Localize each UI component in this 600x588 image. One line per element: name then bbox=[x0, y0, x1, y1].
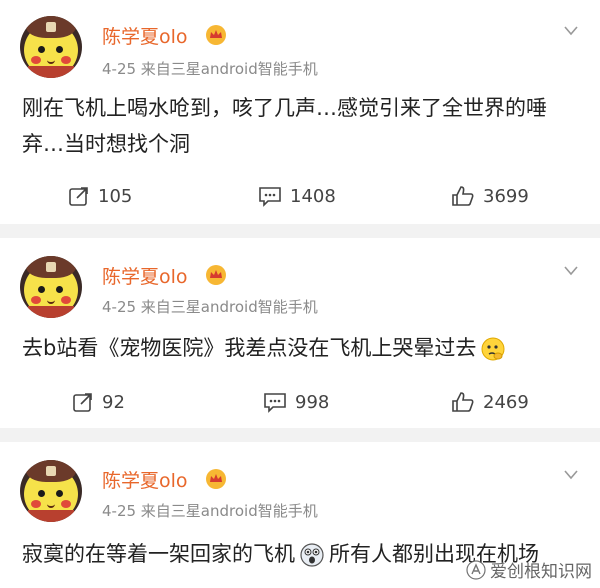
repost-icon bbox=[73, 393, 92, 412]
scared-face-emoji-icon bbox=[299, 542, 325, 568]
action-bar: 105 1408 3699 bbox=[0, 181, 600, 211]
weibo-post-1: 陈学夏olo 4-25 来自三星android智能手机 刚在飞机上喝水呛到，咳了… bbox=[0, 0, 600, 224]
comment-button[interactable]: 1408 bbox=[258, 181, 336, 211]
weibo-post-2: 陈学夏olo 4-25 来自三星android智能手机 去b站看《宠物医院》我差… bbox=[0, 238, 600, 428]
comment-count: 998 bbox=[295, 391, 330, 413]
username[interactable]: 陈学夏olo bbox=[102, 262, 188, 289]
comment-icon bbox=[264, 393, 286, 413]
repost-button[interactable]: 105 bbox=[68, 181, 132, 211]
comment-count: 1408 bbox=[290, 185, 336, 207]
post-meta: 4-25 来自三星android智能手机 bbox=[102, 502, 318, 520]
user-avatar[interactable] bbox=[20, 460, 82, 522]
watermark: 爱创根知识网 bbox=[466, 557, 592, 582]
comment-icon bbox=[259, 187, 281, 207]
repost-count: 105 bbox=[98, 185, 133, 207]
crown-badge-icon bbox=[205, 25, 227, 45]
post-text: 去b站看《宠物医院》我差点没在飞机上哭晕过去 bbox=[22, 330, 580, 366]
repost-count: 92 bbox=[102, 391, 125, 413]
post-meta: 4-25 来自三星android智能手机 bbox=[102, 298, 318, 316]
thumbs-up-icon bbox=[452, 392, 474, 412]
post-separator bbox=[0, 428, 600, 442]
post-text-content: 去b站看《宠物医院》我差点没在飞机上哭晕过去 bbox=[22, 336, 477, 360]
chevron-down-icon[interactable] bbox=[564, 470, 578, 484]
username[interactable]: 陈学夏olo bbox=[102, 22, 188, 49]
chevron-down-icon[interactable] bbox=[564, 26, 578, 40]
watermark-logo-icon bbox=[466, 559, 486, 580]
comment-button[interactable]: 998 bbox=[263, 387, 329, 417]
crown-badge-icon bbox=[205, 469, 227, 489]
post-text: 刚在飞机上喝水呛到，咳了几声…感觉引来了全世界的唾弃…当时想找个洞 bbox=[22, 96, 547, 156]
thinking-face-emoji-icon bbox=[480, 336, 506, 362]
post-meta: 4-25 来自三星android智能手机 bbox=[102, 60, 318, 78]
post-separator bbox=[0, 224, 600, 238]
user-avatar[interactable] bbox=[20, 256, 82, 318]
thumbs-up-icon bbox=[452, 186, 474, 206]
action-bar: 92 998 2469 bbox=[0, 387, 600, 417]
repost-icon bbox=[69, 187, 88, 206]
like-count: 2469 bbox=[483, 391, 529, 413]
like-count: 3699 bbox=[483, 185, 529, 207]
crown-badge-icon bbox=[205, 265, 227, 285]
like-button[interactable]: 2469 bbox=[451, 387, 529, 417]
watermark-text: 爱创根知识网 bbox=[490, 562, 592, 582]
repost-button[interactable]: 92 bbox=[72, 387, 125, 417]
chevron-down-icon[interactable] bbox=[564, 266, 578, 280]
user-avatar[interactable] bbox=[20, 16, 82, 78]
post-text-before: 寂寞的在等着一架回家的飞机 bbox=[22, 542, 295, 566]
username[interactable]: 陈学夏olo bbox=[102, 466, 188, 493]
like-button[interactable]: 3699 bbox=[451, 181, 529, 211]
